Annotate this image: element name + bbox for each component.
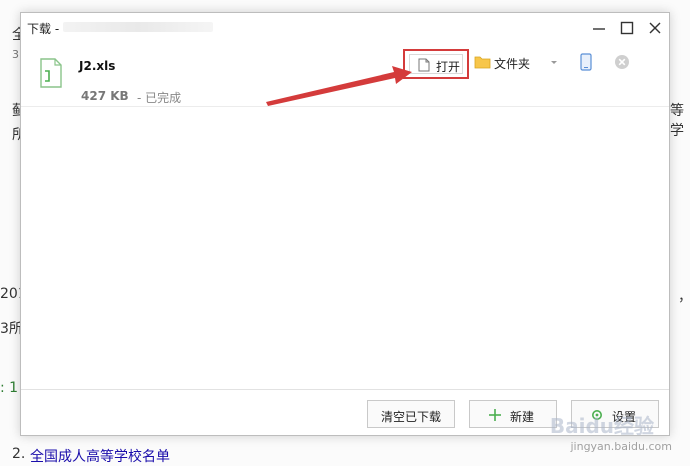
close-button[interactable] [645,18,665,38]
file-icon [40,58,62,88]
annotation-arrow [266,66,412,106]
folder-icon [474,56,491,69]
background-text: ， [678,286,690,306]
title-redacted [63,22,213,32]
list-item-number: 2. [12,446,26,462]
file-name[interactable]: J2.xls [79,59,115,73]
background-text: 3 [12,48,19,61]
clear-downloads-button[interactable]: 清空已下载 [367,400,455,428]
open-button-inner: 打开 [409,54,463,74]
phone-icon[interactable] [578,53,594,71]
background-text: : 1 [0,380,19,396]
document-icon [418,58,430,72]
clear-downloads-label: 清空已下载 [381,410,442,424]
download-status: - 已完成 [137,91,182,105]
list-item-link[interactable]: 全国成人高等学校名单 [30,446,170,466]
minimize-icon [593,28,605,30]
minimize-button[interactable] [589,18,609,38]
remove-icon[interactable] [614,54,630,70]
title-bar[interactable]: 下载 - [21,13,669,43]
open-folder-button[interactable]: 文件夹 [474,52,536,74]
close-icon [649,22,661,34]
chevron-down-icon[interactable] [548,56,560,68]
file-size: 427 KB [81,89,129,103]
watermark: Baidu经验 jingyan.baidu.com [502,410,682,460]
plus-icon [489,409,501,421]
maximize-button[interactable] [617,18,637,38]
maximize-icon [620,21,634,35]
folder-label: 文件夹 [494,57,531,71]
background-text: 等学 [670,103,684,139]
watermark-logo: Baidu经验 [549,414,654,438]
watermark-url: jingyan.baidu.com [570,440,672,453]
open-label: 打开 [436,60,461,74]
window-title: 下载 - [27,22,60,36]
